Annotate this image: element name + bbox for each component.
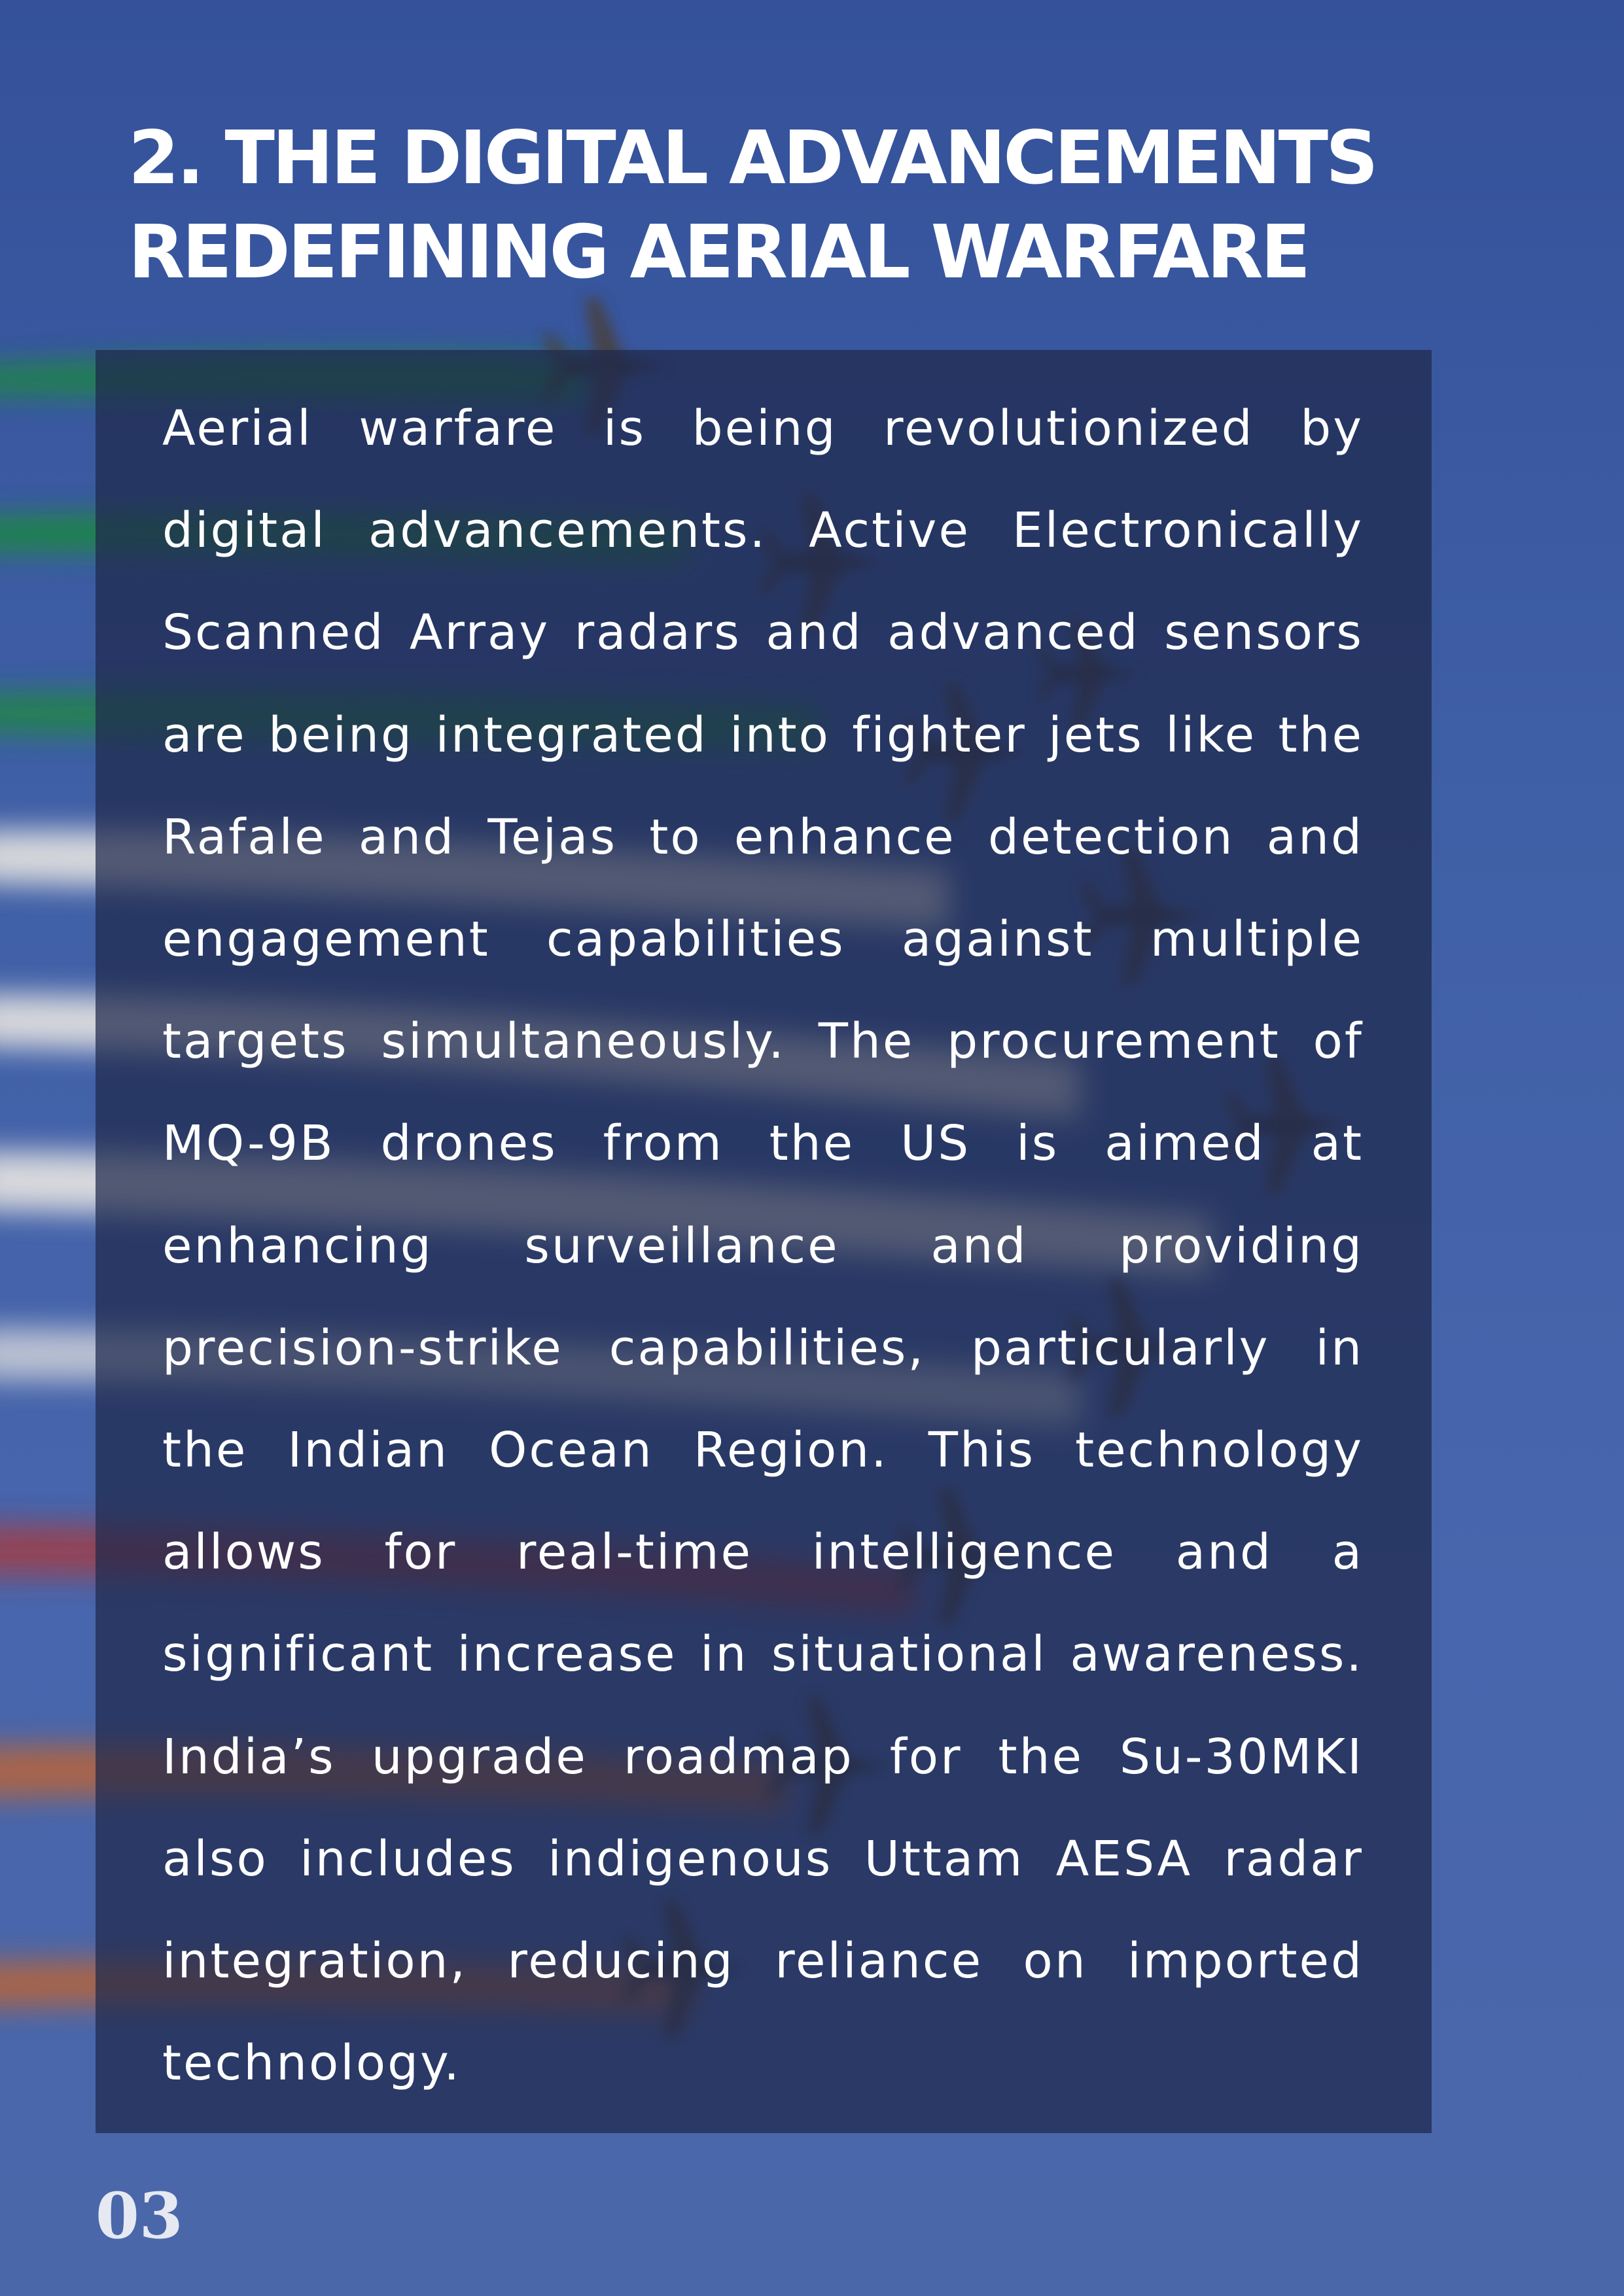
page-number: 03 [96, 2179, 183, 2253]
page-title: 2. THE DIGITAL ADVANCEMENTS REDEFINING A… [128, 116, 1379, 295]
document-page: 2. THE DIGITAL ADVANCEMENTS REDEFINING A… [0, 0, 1624, 2296]
body-paragraph: Aerial warfare is being revolutionized b… [162, 400, 1364, 2092]
